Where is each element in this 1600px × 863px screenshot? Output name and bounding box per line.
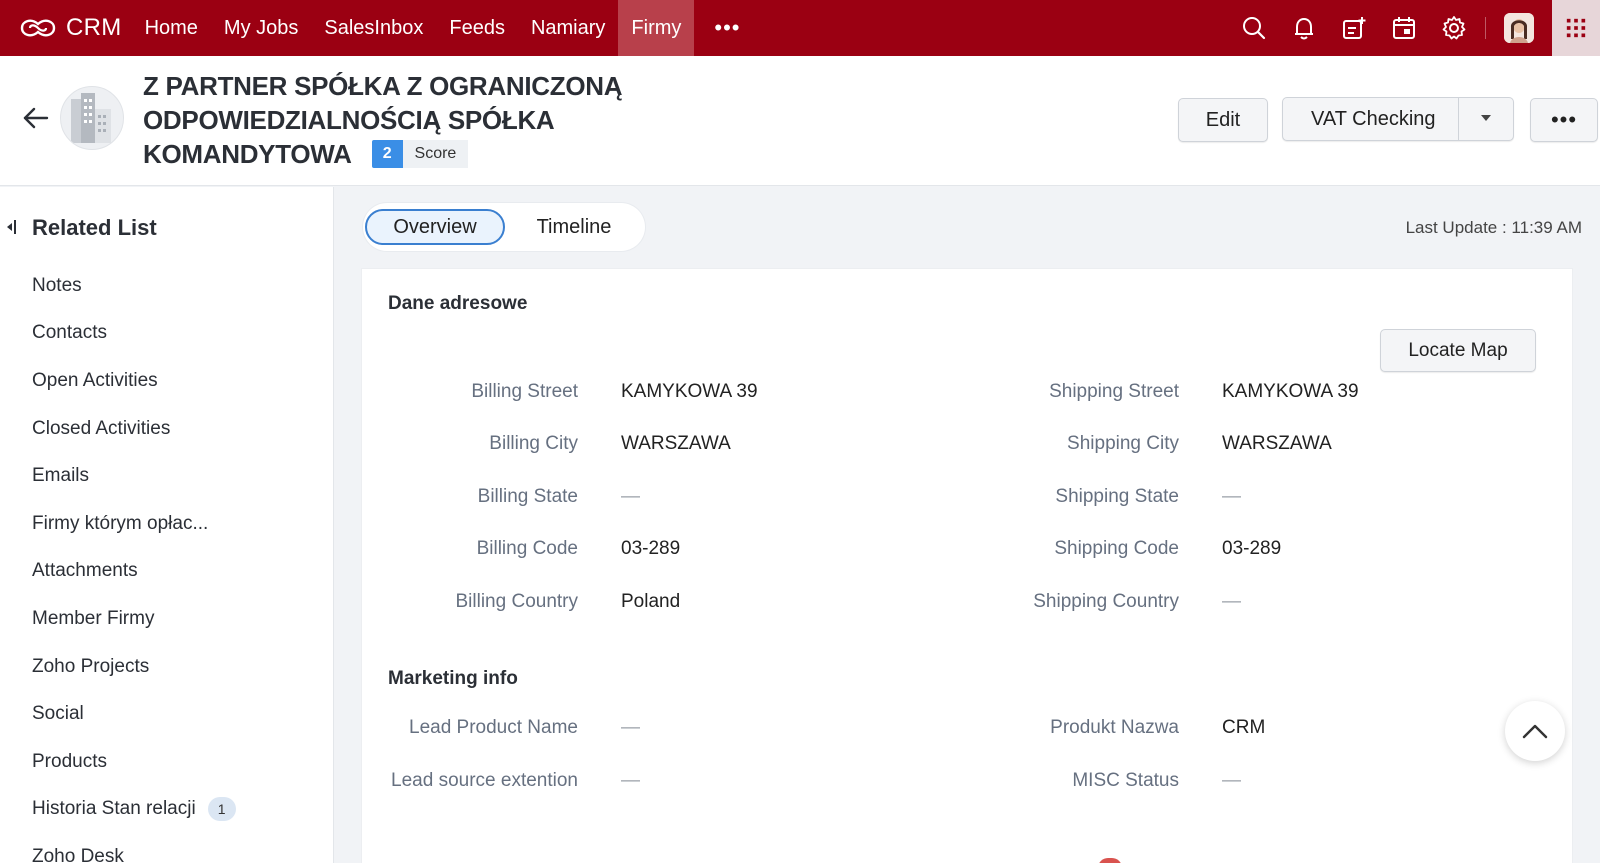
sidebar-item-products[interactable]: Products [32, 738, 236, 786]
nav-more-button[interactable]: ••• [694, 0, 760, 56]
sidebar-item-zoho-desk[interactable]: Zoho Desk [32, 833, 236, 863]
nav-item-feeds[interactable]: Feeds [436, 0, 518, 56]
shipping-code-label: Shipping Code [1054, 538, 1179, 559]
billing-street-label: Billing Street [471, 381, 578, 402]
last-update-text: Last Update : 11:39 AM [1405, 218, 1582, 237]
top-navigation-bar: CRM Home My Jobs SalesInbox Feeds Namiar… [0, 0, 1600, 56]
shipping-state-value[interactable]: — [1222, 486, 1241, 508]
calendar-icon[interactable] [1391, 15, 1417, 41]
nav-right-tools [1229, 0, 1600, 56]
edit-button[interactable]: Edit [1178, 98, 1268, 142]
sidebar-item-emails[interactable]: Emails [32, 452, 236, 500]
shipping-country-value[interactable]: — [1222, 591, 1241, 613]
billing-code-value[interactable]: 03-289 [621, 538, 680, 560]
lead-source-extention-label: Lead source extention [391, 770, 578, 791]
misc-status-value[interactable]: — [1222, 770, 1241, 792]
related-list-title: Related List [32, 215, 157, 240]
count-badge: 1 [207, 797, 236, 822]
score-value: 2 [371, 140, 403, 169]
sidebar-item-member-firmy[interactable]: Member Firmy [32, 595, 236, 643]
shipping-state-label: Shipping State [1055, 486, 1179, 507]
shipping-street-label: Shipping Street [1049, 381, 1179, 402]
billing-city-label: Billing City [489, 433, 578, 454]
sidebar-item-historia-stan-relacji[interactable]: Historia Stan relacji 1 [32, 786, 236, 834]
billing-street-value[interactable]: KAMYKOWA 39 [621, 381, 758, 403]
billing-country-value[interactable]: Poland [621, 591, 680, 613]
add-task-icon[interactable] [1341, 15, 1367, 41]
nav-item-home[interactable]: Home [132, 0, 211, 56]
nav-item-namiary[interactable]: Namiary [518, 0, 618, 56]
sidebar-item-attachments[interactable]: Attachments [32, 548, 236, 596]
sidebar-item-social[interactable]: Social [32, 690, 236, 738]
sidebar-item-contacts[interactable]: Contacts [32, 310, 236, 358]
nav-item-salesinbox[interactable]: SalesInbox [311, 0, 436, 56]
gear-icon[interactable] [1441, 15, 1467, 41]
sidebar-item-closed-activities[interactable]: Closed Activities [32, 405, 236, 453]
avatar[interactable] [1504, 13, 1534, 43]
nav-divider [1485, 17, 1486, 39]
nav-item-firmy[interactable]: Firmy [618, 0, 695, 56]
section-title-address: Dane adresowe [388, 293, 528, 314]
lead-product-name-label: Lead Product Name [409, 717, 578, 738]
title-line: KOMANDYTOWA [143, 139, 351, 169]
billing-state-value[interactable]: — [621, 486, 640, 508]
logo-text: CRM [66, 14, 122, 41]
sidebar-item-open-activities[interactable]: Open Activities [32, 357, 236, 405]
nav-item-my-jobs[interactable]: My Jobs [211, 0, 311, 56]
record-header: Z PARTNER SPÓŁKA Z OGRANICZONĄ ODPOWIEDZ… [0, 56, 1600, 186]
locate-map-button[interactable]: Locate Map [1380, 329, 1536, 372]
back-arrow-icon[interactable] [22, 106, 50, 130]
sidebar-item-notes[interactable]: Notes [32, 262, 236, 310]
crm-logo[interactable]: CRM [18, 14, 122, 42]
shipping-street-value[interactable]: KAMYKOWA 39 [1222, 381, 1359, 403]
shipping-city-value[interactable]: WARSZAWA [1222, 433, 1332, 455]
related-list-sidebar: Related List Notes Contacts Open Activit… [0, 187, 334, 863]
produkt-nazwa-value[interactable]: CRM [1222, 717, 1265, 739]
chevron-down-icon[interactable] [1481, 115, 1491, 121]
section-title-marketing: Marketing info [388, 668, 518, 689]
collapse-sidebar-icon[interactable] [4, 217, 18, 237]
shipping-city-label: Shipping City [1067, 433, 1179, 454]
tab-timeline[interactable]: Timeline [509, 209, 639, 245]
shipping-country-label: Shipping Country [1033, 591, 1179, 612]
produkt-nazwa-label: Produkt Nazwa [1050, 717, 1179, 738]
chevron-up-icon [1522, 724, 1548, 739]
title-line: ODPOWIEDZIALNOŚCIĄ SPÓŁKA [143, 105, 555, 135]
vat-checking-button[interactable]: VAT Checking [1282, 97, 1514, 141]
tab-overview[interactable]: Overview [365, 209, 505, 245]
company-building-icon [60, 86, 124, 150]
button-divider [1458, 98, 1459, 140]
more-actions-button[interactable]: ••• [1530, 98, 1598, 142]
record-title: Z PARTNER SPÓŁKA Z OGRANICZONĄ ODPOWIEDZ… [143, 69, 663, 171]
title-line-with-score: KOMANDYTOWA 2 Score [143, 137, 663, 171]
shipping-code-value[interactable]: 03-289 [1222, 538, 1281, 560]
misc-status-label: MISC Status [1072, 770, 1179, 791]
search-icon[interactable] [1241, 15, 1267, 41]
details-card: Dane adresowe Locate Map Billing Street … [361, 268, 1573, 863]
view-tabs: Overview Timeline [363, 203, 645, 251]
billing-code-label: Billing Code [476, 538, 578, 559]
billing-city-value[interactable]: WARSZAWA [621, 433, 731, 455]
scroll-to-top-button[interactable] [1505, 701, 1565, 761]
vat-checking-label: VAT Checking [1311, 107, 1436, 130]
bell-icon[interactable] [1291, 15, 1317, 41]
sidebar-item-label: Historia Stan relacji [32, 798, 196, 820]
apps-grid-icon[interactable] [1552, 0, 1600, 56]
related-list: Notes Contacts Open Activities Closed Ac… [32, 262, 236, 863]
zoho-crm-logo-icon [20, 19, 56, 37]
score-badge: 2 Score [371, 140, 469, 169]
lead-product-name-value[interactable]: — [621, 717, 640, 739]
title-line: Z PARTNER SPÓŁKA Z OGRANICZONĄ [143, 71, 623, 101]
billing-state-label: Billing State [477, 486, 578, 507]
lead-source-extention-value[interactable]: — [621, 770, 640, 792]
sidebar-item-firmy-ktorym-oplac[interactable]: Firmy którym opłac... [32, 500, 236, 548]
score-label: Score [402, 140, 469, 169]
sidebar-item-zoho-projects[interactable]: Zoho Projects [32, 643, 236, 691]
billing-country-label: Billing Country [455, 591, 579, 612]
